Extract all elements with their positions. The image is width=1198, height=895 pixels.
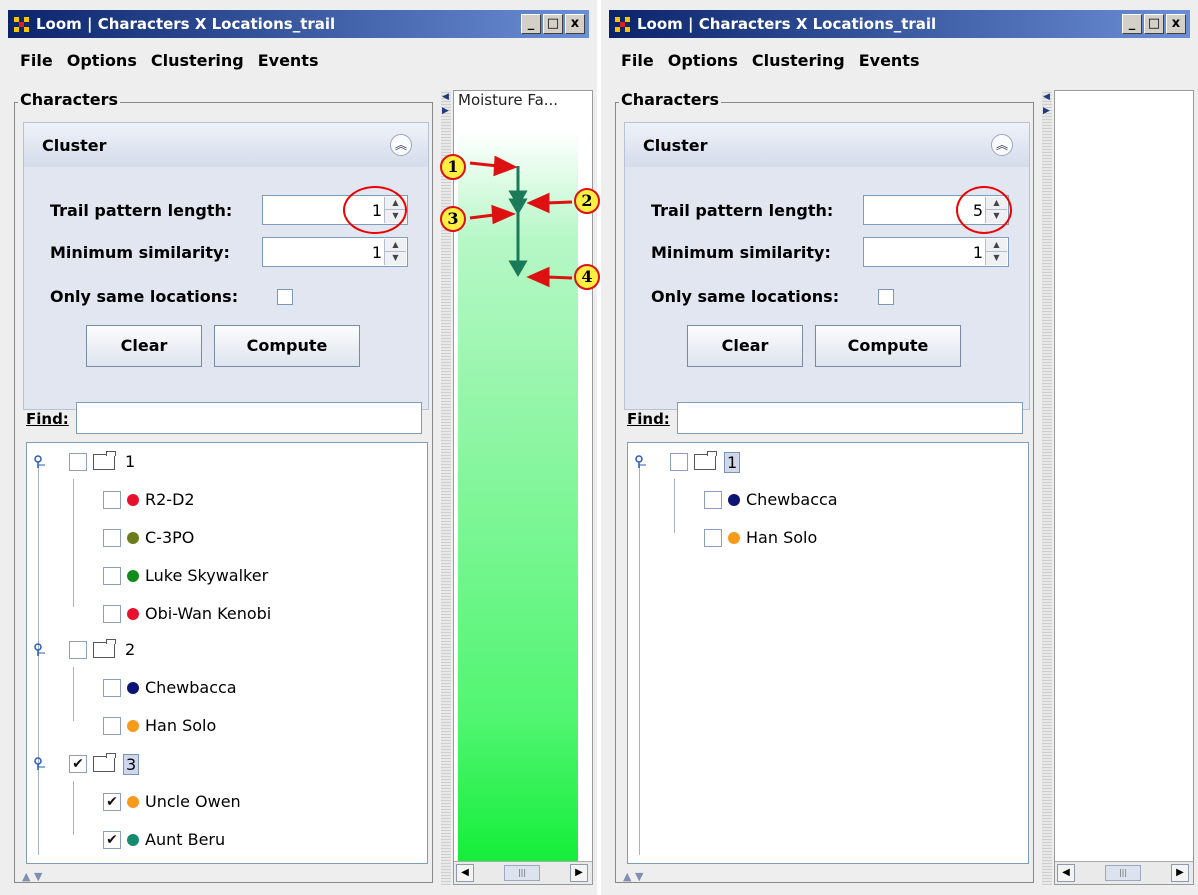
highlight-circle [956, 186, 1012, 234]
callout-4: 4 [574, 264, 600, 290]
callout-3: 3 [440, 206, 466, 232]
trail-arrow-icon [508, 166, 528, 277]
highlight-circle [343, 186, 407, 234]
callout-1: 1 [440, 154, 466, 180]
annotation-overlay [469, 155, 573, 288]
callout-2: 2 [574, 188, 600, 214]
